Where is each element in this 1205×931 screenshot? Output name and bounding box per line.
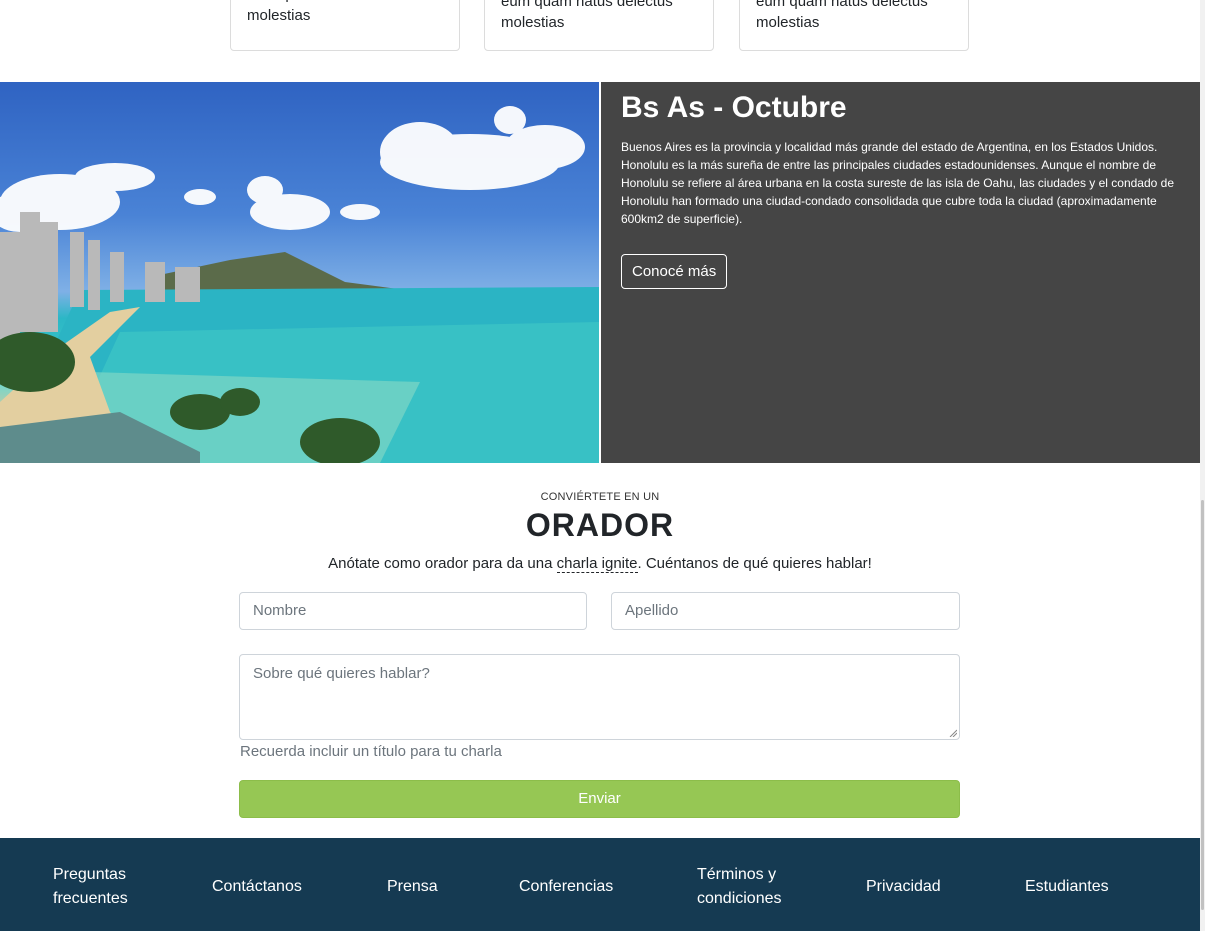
speakers-cards-section: eum quam natus delectus molestias eum qu… [0, 0, 1200, 82]
site-footer: Preguntas frecuentes Contáctanos Prensa … [0, 838, 1200, 931]
footer-link-privacy[interactable]: Privacidad [866, 875, 941, 899]
footer-link-contact[interactable]: Contáctanos [212, 875, 302, 899]
event-hero: Bs As - Octubre Buenos Aires es la provi… [0, 82, 1200, 463]
beach-city-image [0, 82, 599, 463]
footer-link-label: Privacidad [866, 878, 941, 895]
ignite-abbreviation: charla ignite [556, 555, 638, 573]
resize-grip-icon[interactable] [949, 729, 957, 737]
submit-button[interactable]: Enviar [239, 780, 960, 818]
footer-link-label: Preguntas [53, 866, 126, 883]
lead-text-end: . Cuéntanos de qué quieres hablar! [637, 555, 872, 572]
lead-text: Anótate como orador para da una [328, 555, 557, 572]
speaker-card: eum quam natus delectus molestias [739, 0, 969, 51]
footer-link-label: Conferencias [519, 878, 614, 895]
footer-link-press[interactable]: Prensa [387, 875, 438, 899]
topic-textarea[interactable]: Sobre qué quieres hablar? [239, 654, 960, 740]
footer-link-faq[interactable]: Preguntas frecuentes [53, 863, 128, 911]
event-description: Buenos Aires es la provincia y localidad… [621, 140, 1175, 226]
topic-help-text: Recuerda incluir un título para tu charl… [240, 743, 502, 760]
section-title: ORADOR [525, 507, 675, 543]
learn-more-button[interactable]: Conocé más [621, 254, 728, 289]
footer-link-label: Estudiantes [1025, 878, 1109, 895]
page-scrollbar-thumb[interactable] [1201, 500, 1204, 910]
topic-placeholder: Sobre qué quieres hablar? [253, 665, 430, 682]
footer-link-conferences[interactable]: Conferencias [519, 875, 613, 899]
speaker-card-text: eum quam natus delectus molestias [756, 0, 928, 31]
speaker-card: eum quam natus delectus molestias [230, 0, 460, 51]
footer-link-label: Prensa [387, 878, 438, 895]
speaker-signup-section: CONVIÉRTETE EN UN ORADOR Anótate como or… [0, 463, 1200, 838]
footer-link-label: condiciones [697, 890, 782, 907]
event-title: Bs As - Octubre [621, 91, 847, 124]
footer-link-students[interactable]: Estudiantes [1025, 875, 1109, 899]
footer-link-terms[interactable]: Términos y condiciones [697, 863, 782, 911]
footer-link-label: Términos y [697, 866, 777, 883]
footer-link-label: Contáctanos [212, 878, 302, 895]
event-info-panel: Bs As - Octubre Buenos Aires es la provi… [601, 82, 1200, 463]
speaker-card: eum quam natus delectus molestias [484, 0, 714, 51]
section-lead: Anótate como orador para da una charla i… [0, 555, 1200, 573]
last-name-input[interactable]: Apellido [611, 592, 960, 630]
speaker-card-text: eum quam natus delectus molestias [501, 0, 673, 31]
footer-link-label: frecuentes [53, 890, 128, 907]
section-pretitle: CONVIÉRTETE EN UN [540, 491, 660, 503]
first-name-input[interactable]: Nombre [239, 592, 587, 630]
speaker-card-text: eum quam natus delectus molestias [247, 0, 419, 24]
